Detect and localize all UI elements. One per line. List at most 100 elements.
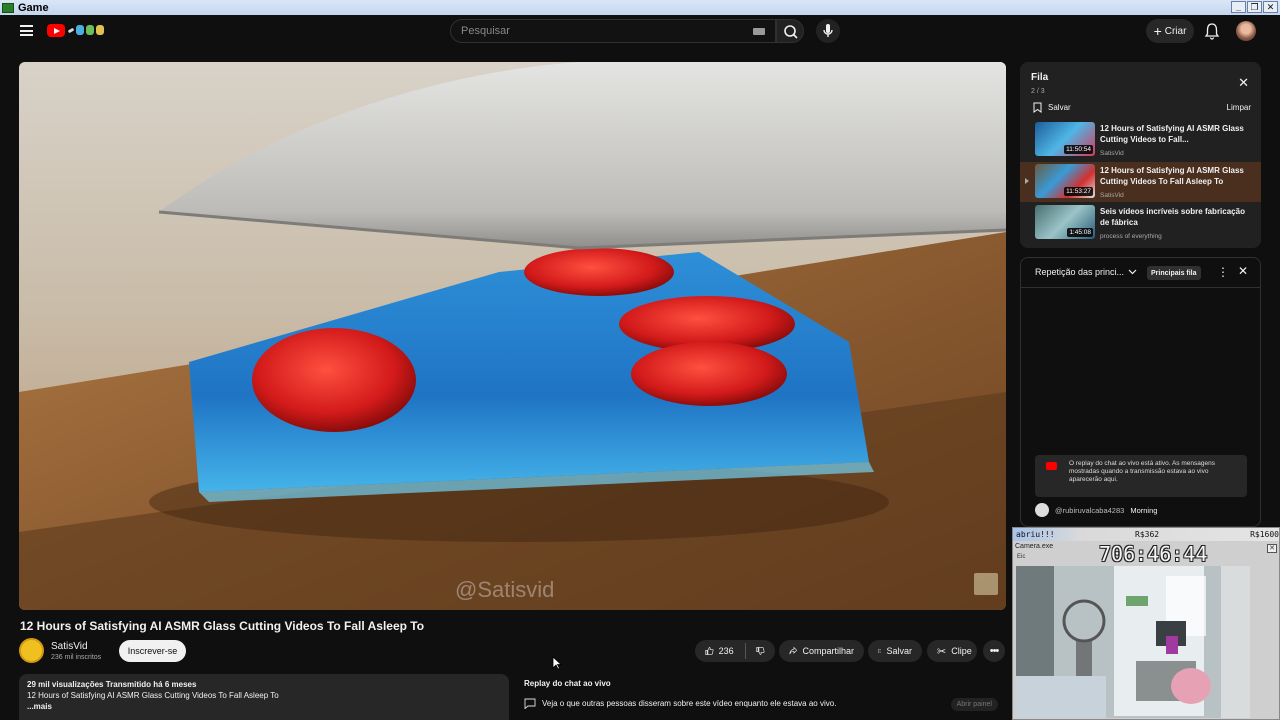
queue-item-channel: SatisVid [1100,150,1124,157]
like-count[interactable]: 236 [719,646,734,656]
queue-panel: Fila 2 / 3 ✕ Salvar Limpar 11:50:54 12 H… [1020,62,1261,248]
app-icon [2,2,14,13]
now-playing-icon [1025,178,1029,184]
like-dislike-group: 236 [695,640,775,662]
share-button[interactable]: Compartilhar [779,640,864,662]
chat-tag-label: Principais fila [1151,269,1197,277]
voice-search-button[interactable] [816,19,840,43]
search-input[interactable]: Pesquisar [450,19,776,43]
chat-username[interactable]: @rubiruvalcaba4283 [1055,506,1124,515]
video-watermark: @Satisvid [455,577,555,602]
close-icon[interactable]: ✕ [1267,544,1277,553]
stream-overlay: abriu!!! R$362 R$1600 Camera.exe Eic 706… [1012,527,1280,720]
description-text: 12 Hours of Satisfying AI ASMR Glass Cut… [27,691,279,700]
close-window-button[interactable]: ✕ [1263,1,1278,13]
chat-message: @rubiruvalcaba4283 Morning [1035,503,1157,517]
webcam-image [1016,566,1250,718]
bookmark-icon [878,649,882,654]
channel-avatar[interactable] [19,638,44,663]
video-title: 12 Hours of Satisfying AI ASMR Glass Cut… [20,619,425,633]
user-avatar[interactable] [1236,21,1256,41]
video-player[interactable] [19,62,1006,610]
thumbs-down-icon[interactable] [756,645,765,657]
channel-subscribers: 236 mil inscritos [51,654,102,661]
minimize-button[interactable]: _ [1231,1,1246,13]
queue-thumbnail: 11:50:54 [1035,122,1095,156]
overlay-status-bar: abriu!!! R$362 R$1600 [1013,528,1279,541]
window-title-bar: Game _ ❐ ✕ [0,0,1280,15]
thumbs-up-icon[interactable] [705,645,714,657]
queue-save-button[interactable]: Salvar [1033,102,1071,113]
mic-icon [823,24,833,37]
live-chat-panel: Repetição das princi... Principais fila … [1020,257,1261,527]
chat-replay-text: Veja o que outras pessoas disseram sobre… [542,699,837,708]
youtube-logo-icon[interactable] [47,24,65,37]
overlay-value-1: R$362 [1135,530,1160,539]
chat-mode-dropdown[interactable]: Repetição das princi... [1035,267,1137,277]
save-button[interactable]: Salvar [868,640,922,662]
show-more-link[interactable]: ...mais [27,701,501,712]
more-actions-button[interactable]: ••• [983,640,1005,662]
queue-thumbnail: 11:53:27 [1035,164,1095,198]
queue-title: Fila [1031,72,1049,83]
queue-item[interactable]: 11:50:54 12 Hours of Satisfying AI ASMR … [1020,120,1261,160]
close-icon[interactable]: ✕ [1238,264,1248,278]
video-duration: 11:53:27 [1064,187,1093,196]
chat-bubble-icon [524,698,536,709]
youtube-icon [1046,462,1057,470]
menu-icon[interactable] [20,25,33,36]
queue-save-label: Salvar [1048,103,1071,112]
clip-button[interactable]: ✂ Clipe [927,640,977,662]
channel-name[interactable]: SatisVid [51,641,88,652]
create-label: Criar [1164,25,1187,37]
queue-item[interactable]: 1:45:08 Seis vídeos incríveis sobre fabr… [1020,203,1261,243]
video-corner-badge [974,573,998,595]
queue-item-title: Seis vídeos incríveis sobre fabricação d… [1100,207,1245,227]
window-title: Game [18,1,49,14]
overlay-value-2: R$1600 [1250,530,1279,539]
chat-message-text: Morning [1130,505,1158,515]
queue-clear-button[interactable]: Limpar [1227,103,1251,112]
more-vertical-icon[interactable]: ⋮ [1217,265,1229,279]
clip-label: Clipe [951,646,972,656]
live-chat-header: Repetição das princi... Principais fila … [1021,258,1260,288]
mouse-cursor-icon [552,656,562,670]
subscribe-button[interactable]: Inscrever-se [119,640,186,662]
queue-item-active[interactable]: 11:53:27 12 Hours of Satisfying AI ASMR … [1020,162,1261,202]
webcam-feed [1016,566,1250,718]
queue-item-title: 12 Hours of Satisfying AI ASMR Glass Cut… [1100,166,1244,186]
share-icon [789,646,798,655]
scissors-icon: ✂ [937,645,947,658]
chat-user-avatar [1035,503,1049,517]
search-placeholder: Pesquisar [461,25,510,37]
top-chat-tag[interactable]: Principais fila [1147,266,1201,280]
chat-replay-title: Replay do chat ao vivo [524,679,611,688]
create-button[interactable]: + Criar [1146,19,1194,43]
chat-notice-text: O replay do chat ao vivo está ativo. As … [1069,460,1215,483]
close-icon[interactable]: ✕ [1238,75,1249,91]
description-box[interactable]: 29 mil visualizações Transmitido há 6 me… [19,674,509,720]
search-button[interactable] [776,19,804,43]
overlay-label: abriu!!! [1016,530,1055,539]
queue-item-title: 12 Hours of Satisfying AI ASMR Glass Cut… [1100,124,1244,144]
chat-replay-notice: O replay do chat ao vivo está ativo. As … [1035,455,1247,497]
overlay-window-title: Camera.exe [1015,543,1054,550]
more-horizontal-icon: ••• [989,645,1000,657]
doodle-logo[interactable] [67,23,110,37]
queue-item-channel: process of everything [1100,233,1162,240]
plus-icon: + [1153,23,1162,39]
save-label: Salvar [886,646,912,656]
window-controls: _ ❐ ✕ [1231,1,1278,13]
chat-replay-panel: Replay do chat ao vivo Veja o que outras… [516,674,1006,720]
notifications-bell-icon[interactable] [1204,22,1220,40]
chevron-down-icon [1128,269,1137,275]
search-icon [784,25,798,39]
video-frame [19,62,1006,610]
keyboard-icon[interactable] [753,28,765,35]
chat-mode-label: Repetição das princi... [1035,267,1125,277]
maximize-button[interactable]: ❐ [1247,1,1262,13]
overlay-subtitle: Eic [1017,554,1026,560]
queue-count: 2 / 3 [1031,88,1045,95]
open-panel-button[interactable]: Abrir painel [950,698,998,711]
masthead: Pesquisar + Criar [0,15,1280,47]
